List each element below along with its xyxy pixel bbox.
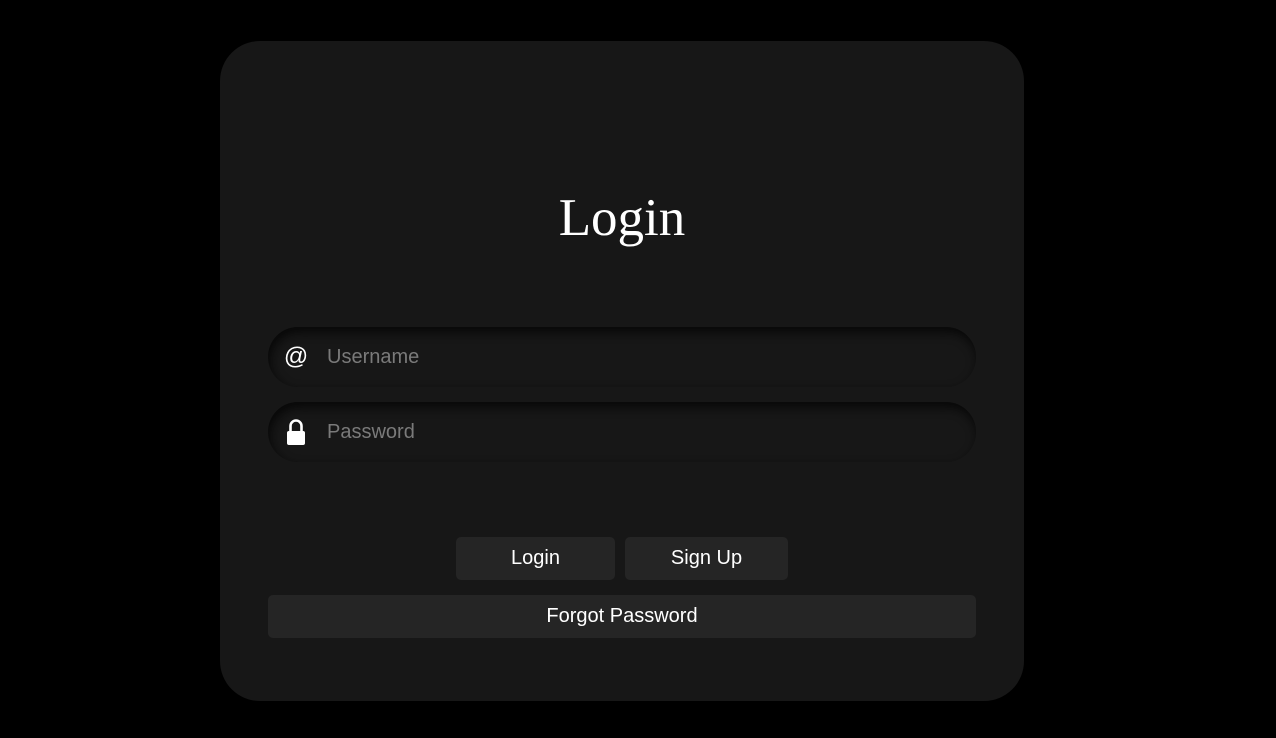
password-field[interactable] xyxy=(268,402,976,462)
username-field[interactable]: @ xyxy=(268,327,976,387)
lock-icon xyxy=(268,417,324,447)
login-button[interactable]: Login xyxy=(456,537,615,580)
at-icon: @ xyxy=(283,343,309,370)
login-card: Login @ Login Sign Up Forgot Password xyxy=(220,41,1024,701)
username-input[interactable] xyxy=(324,327,976,387)
password-input[interactable] xyxy=(324,402,976,462)
forgot-password-button[interactable]: Forgot Password xyxy=(268,595,976,638)
signup-button[interactable]: Sign Up xyxy=(625,537,788,580)
page-title: Login xyxy=(558,189,686,247)
